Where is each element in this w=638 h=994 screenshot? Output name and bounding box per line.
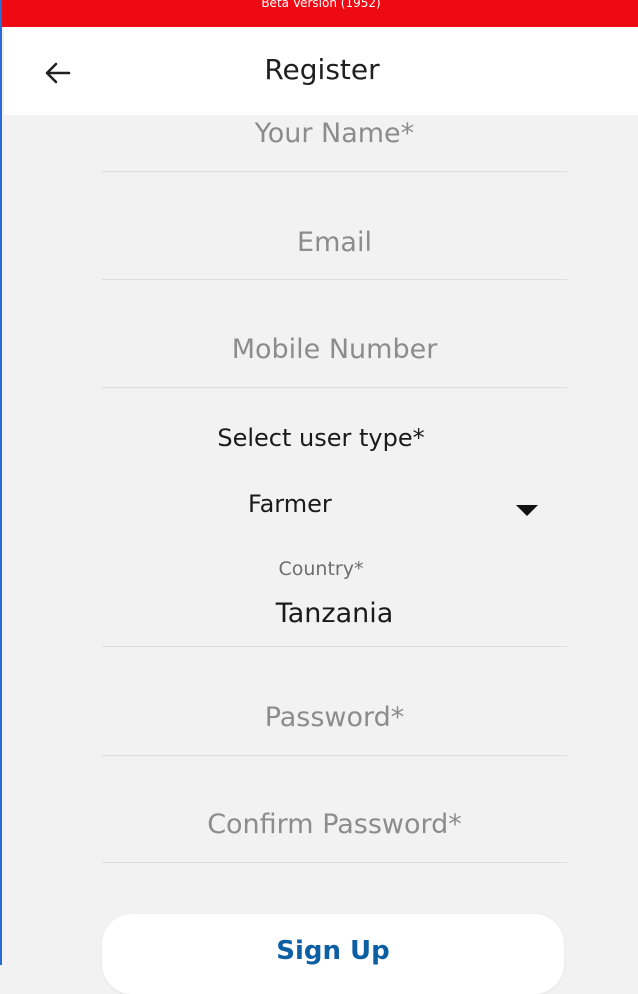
app-frame: Beta Version (1952) Register Select user… — [0, 0, 638, 994]
country-label: Country* — [278, 558, 364, 580]
mobile-field — [102, 334, 567, 388]
beta-banner: Beta Version (1952) — [2, 0, 638, 27]
page-title: Register — [264, 53, 380, 86]
sign-up-button[interactable]: Sign Up — [102, 914, 564, 994]
password-field — [102, 702, 567, 756]
email-field — [102, 227, 567, 280]
app-bar: Register — [4, 27, 638, 115]
country-field[interactable]: Tanzania — [102, 598, 567, 647]
user-type-label: Select user type* — [217, 424, 425, 452]
confirm-password-input[interactable] — [102, 809, 567, 840]
mobile-input[interactable] — [102, 334, 567, 365]
user-type-dropdown[interactable]: Farmer — [102, 484, 567, 528]
dropdown-arrow-icon — [516, 505, 538, 516]
country-value: Tanzania — [275, 598, 394, 629]
name-field — [102, 118, 567, 172]
beta-banner-text: Beta Version (1952) — [261, 0, 381, 10]
name-input[interactable] — [102, 118, 567, 149]
email-input[interactable] — [102, 227, 567, 258]
confirm-password-field — [102, 809, 567, 863]
user-type-value: Farmer — [248, 490, 332, 518]
sign-up-label: Sign Up — [276, 936, 390, 966]
password-input[interactable] — [102, 702, 567, 733]
